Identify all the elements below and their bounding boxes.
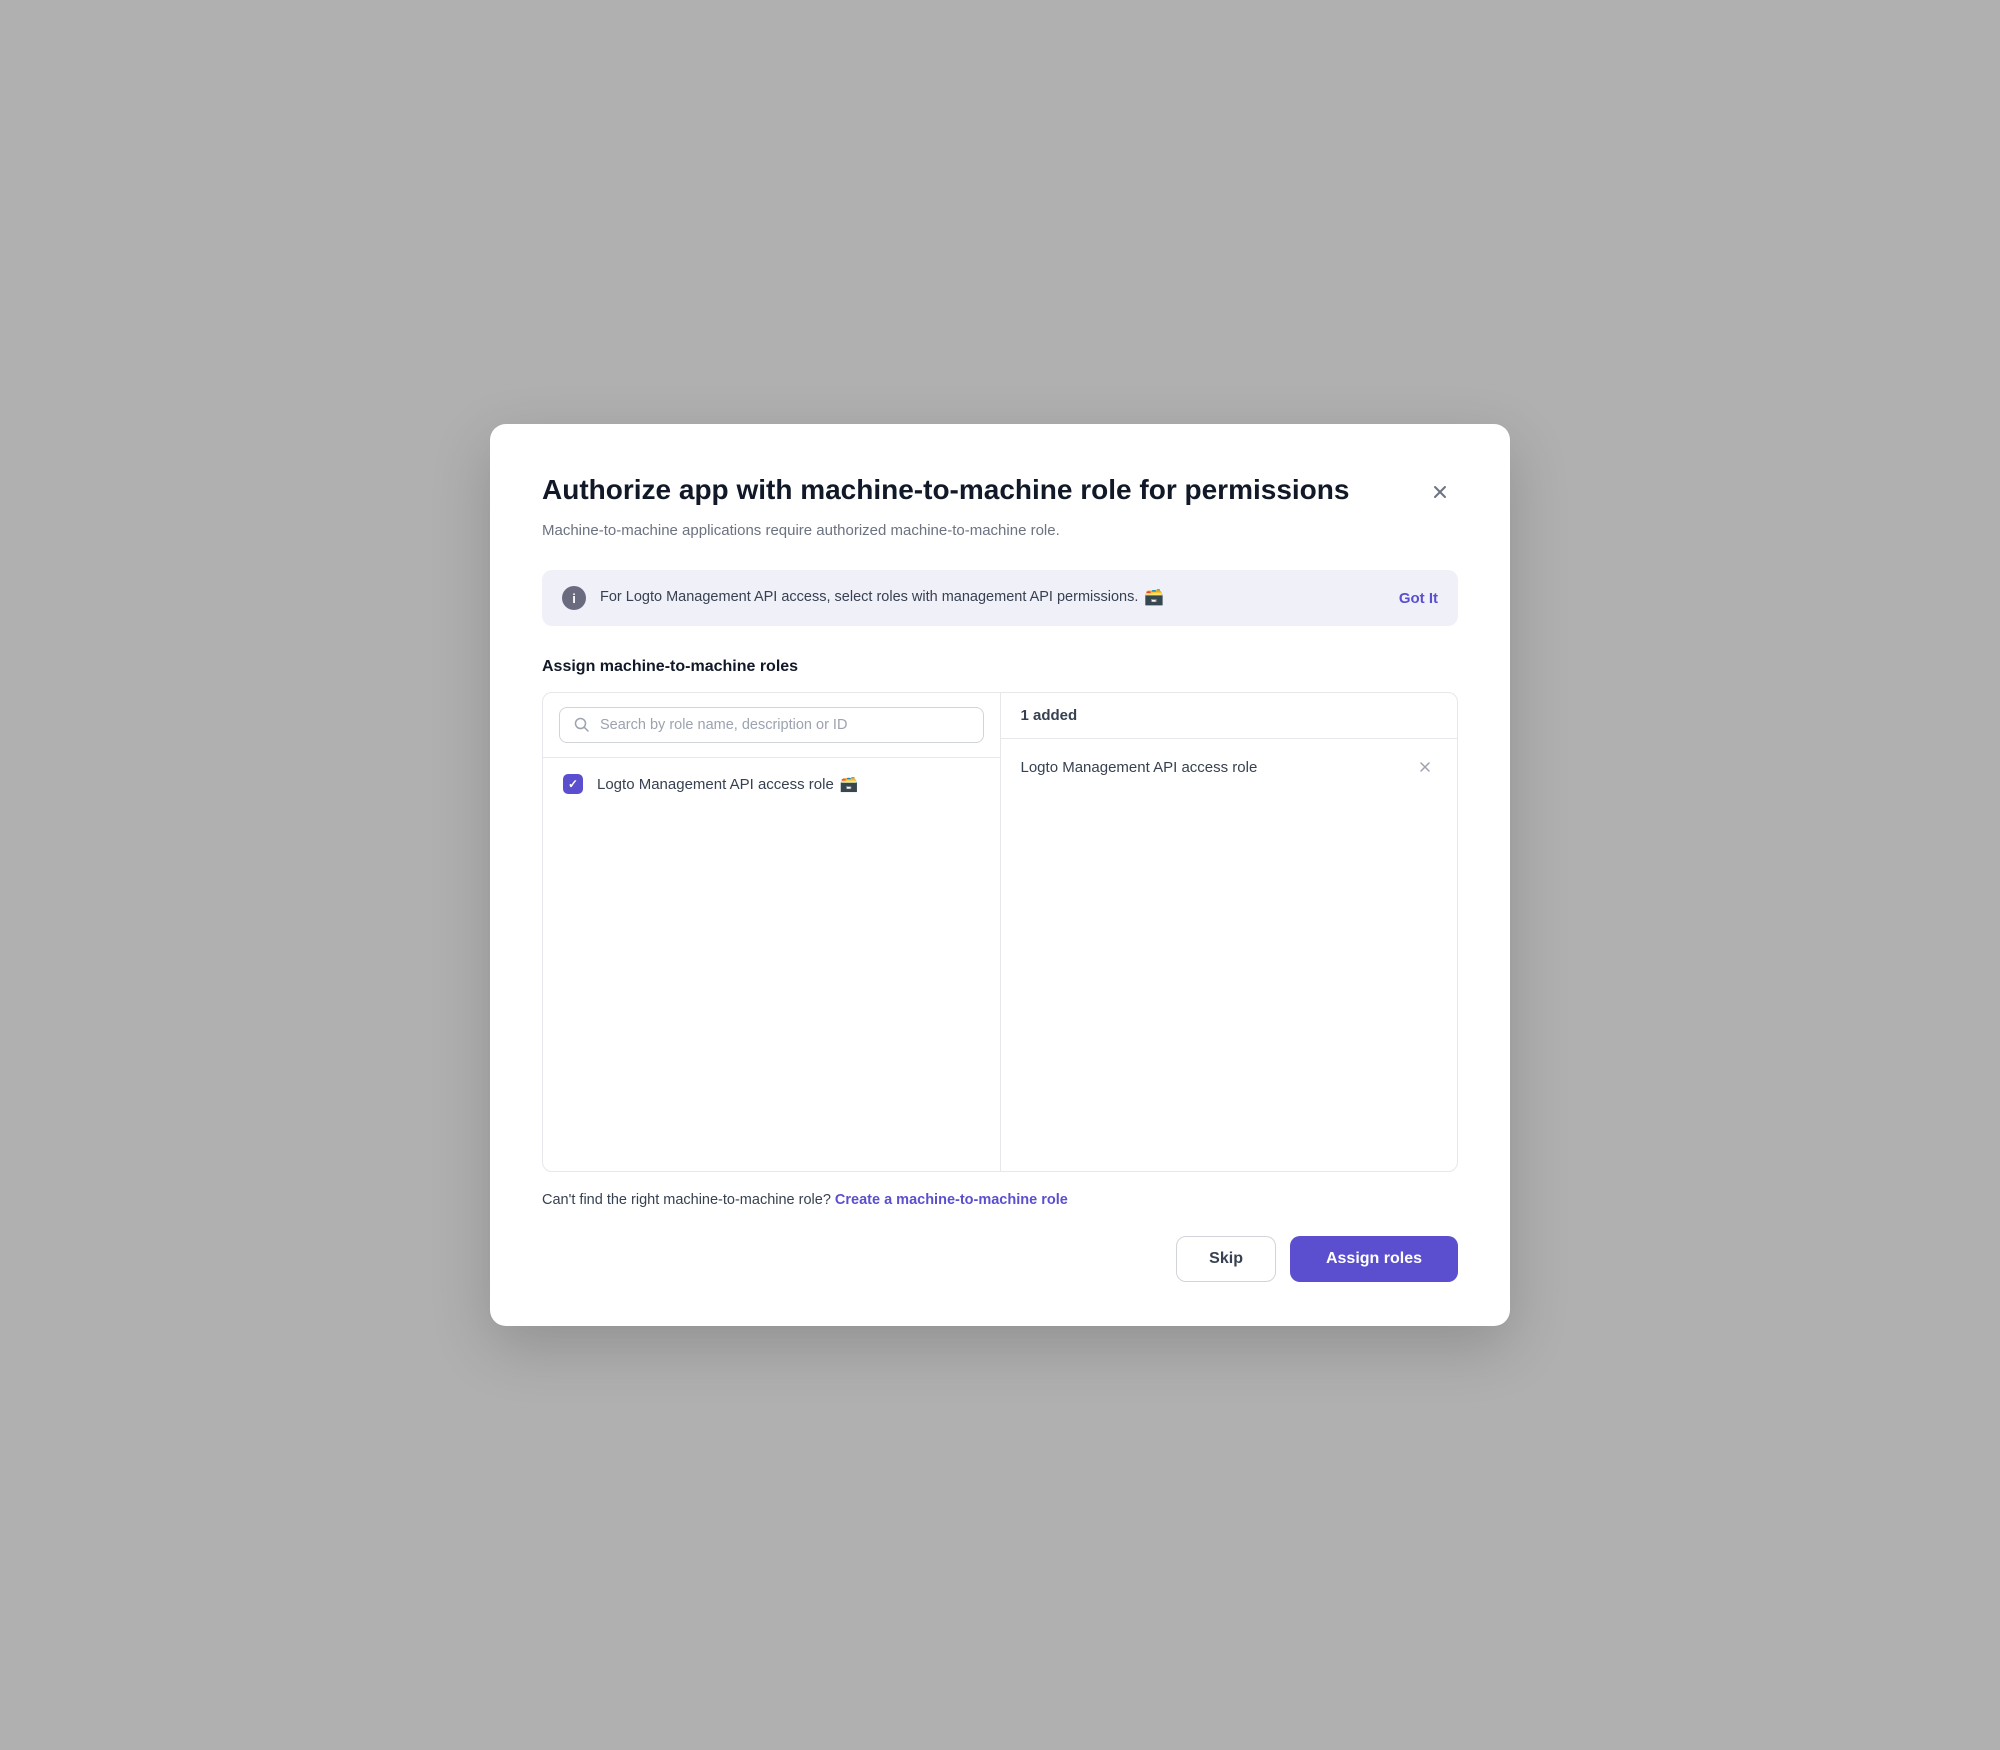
right-panel: 1 added Logto Management API access role <box>1001 693 1458 1171</box>
item-emoji: 🗃️ <box>840 775 859 793</box>
remove-button[interactable] <box>1413 755 1437 779</box>
checkbox-checked[interactable]: ✓ <box>563 774 583 794</box>
right-item-label: Logto Management API access role <box>1021 759 1258 776</box>
search-box <box>559 707 984 743</box>
left-panel-list: ✓ Logto Management API access role 🗃️ <box>543 758 1000 1171</box>
close-icon <box>1430 482 1450 502</box>
modal-overlay: Authorize app with machine-to-machine ro… <box>0 0 2000 1750</box>
search-icon <box>574 717 590 733</box>
close-button[interactable] <box>1422 474 1458 510</box>
search-container <box>543 693 1000 758</box>
remove-icon <box>1417 759 1433 775</box>
modal-header: Authorize app with machine-to-machine ro… <box>542 472 1458 510</box>
skip-button[interactable]: Skip <box>1176 1236 1276 1282</box>
dual-panel: ✓ Logto Management API access role 🗃️ 1 … <box>542 692 1458 1172</box>
info-banner-text: For Logto Management API access, select … <box>600 586 1385 610</box>
section-label: Assign machine-to-machine roles <box>542 658 1458 676</box>
added-count: 1 added <box>1001 693 1458 739</box>
create-role-link[interactable]: Create a machine-to-machine role <box>835 1192 1068 1208</box>
list-item[interactable]: ✓ Logto Management API access role 🗃️ <box>543 758 1000 810</box>
checkmark-icon: ✓ <box>568 777 578 791</box>
info-emoji: 🗃️ <box>1144 586 1164 610</box>
footer-text: Can't find the right machine-to-machine … <box>542 1192 1458 1208</box>
modal-actions: Skip Assign roles <box>542 1236 1458 1282</box>
modal-title: Authorize app with machine-to-machine ro… <box>542 472 1349 508</box>
search-input[interactable] <box>600 717 969 733</box>
left-panel: ✓ Logto Management API access role 🗃️ <box>543 693 1001 1171</box>
modal-dialog: Authorize app with machine-to-machine ro… <box>490 424 1510 1327</box>
info-banner: i For Logto Management API access, selec… <box>542 570 1458 626</box>
item-label: Logto Management API access role 🗃️ <box>597 775 859 793</box>
assign-button[interactable]: Assign roles <box>1290 1236 1458 1282</box>
got-it-button[interactable]: Got It <box>1399 590 1438 607</box>
right-list-item: Logto Management API access role <box>1001 739 1458 795</box>
modal-subtitle: Machine-to-machine applications require … <box>542 520 1458 543</box>
info-icon: i <box>562 586 586 610</box>
right-panel-list: Logto Management API access role <box>1001 739 1458 1171</box>
